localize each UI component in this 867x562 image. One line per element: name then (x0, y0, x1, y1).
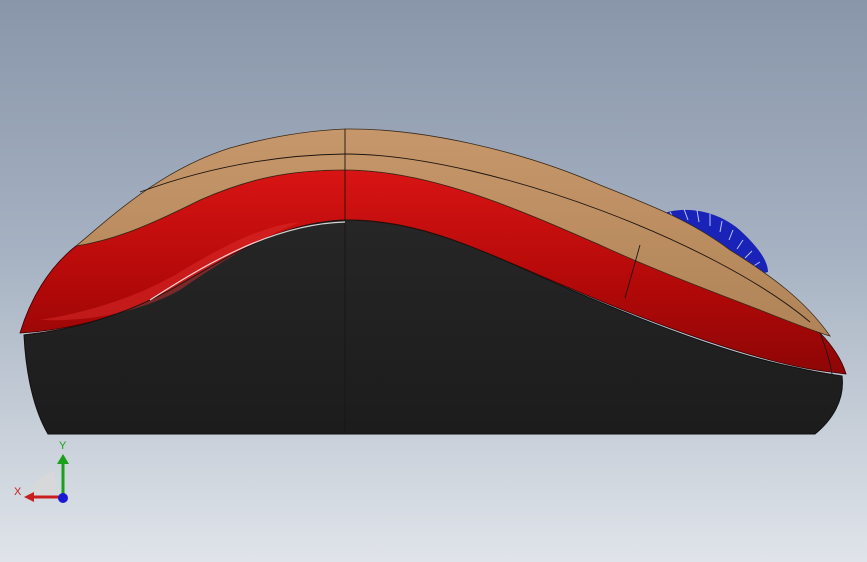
z-axis-dot (58, 493, 68, 503)
y-axis-arrow (57, 454, 69, 497)
mouse-3d-model[interactable] (0, 0, 867, 562)
coordinate-triad: Y X (10, 440, 80, 510)
y-axis-label: Y (59, 440, 67, 452)
graphics-viewport[interactable]: Y X (0, 0, 867, 562)
x-axis-label: X (14, 486, 22, 498)
